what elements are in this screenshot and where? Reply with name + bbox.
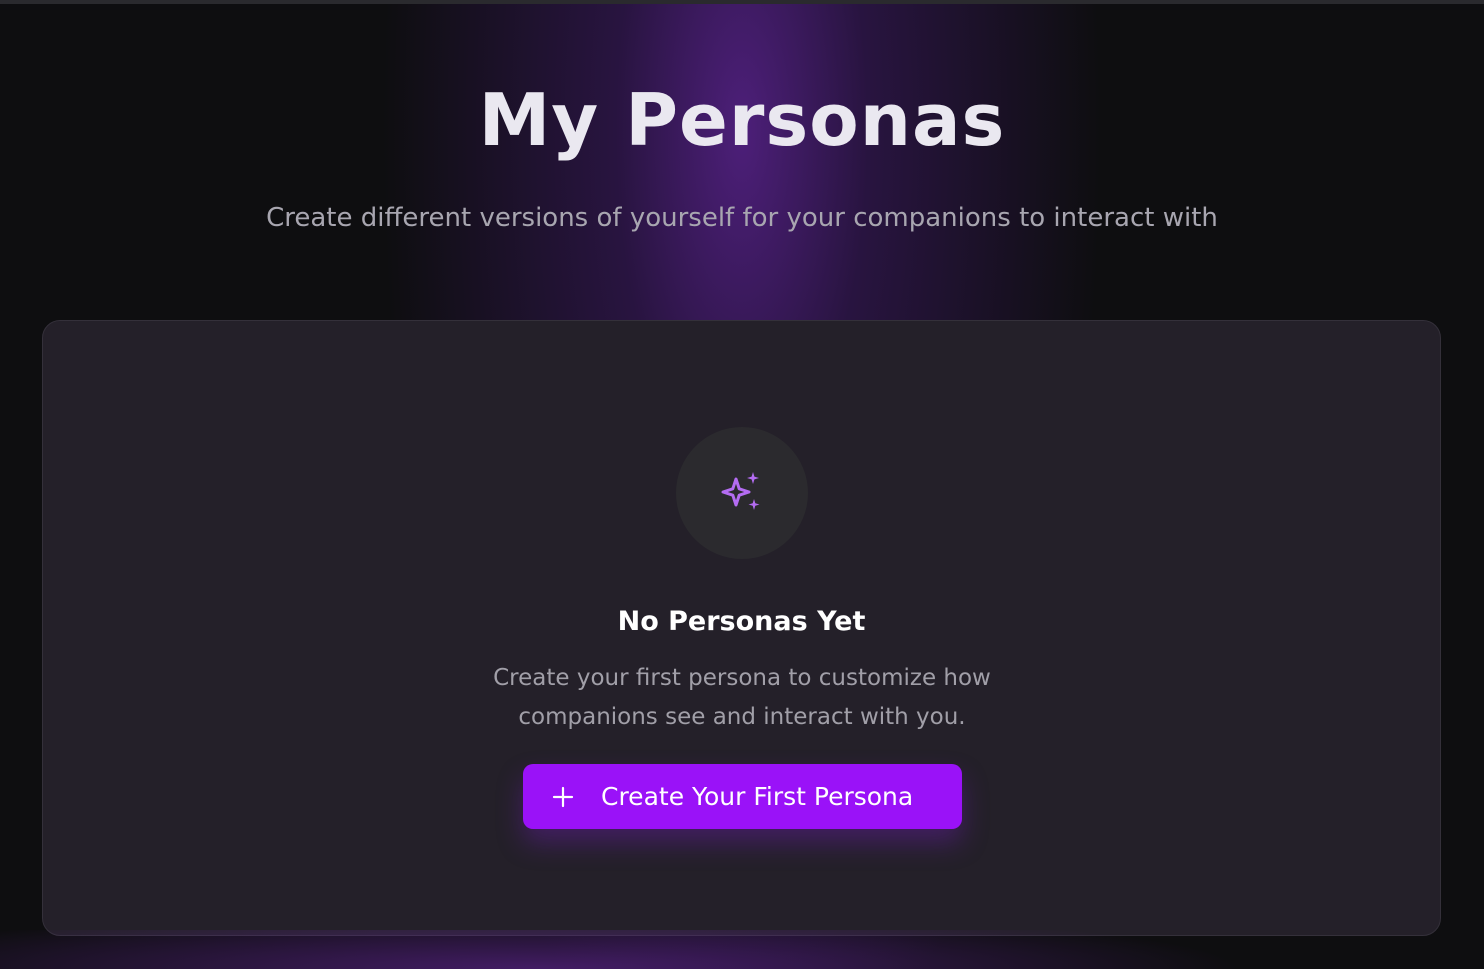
sparkles-icon [721, 472, 760, 510]
empty-state-description: Create your first persona to customize h… [493, 665, 991, 730]
empty-state-card: No Personas Yet Create your first person… [42, 320, 1441, 936]
empty-state-title: No Personas Yet [617, 606, 866, 637]
page-title: My Personas [478, 78, 1006, 162]
plus-icon [552, 786, 574, 807]
create-first-persona-button[interactable]: Create Your First Persona [523, 764, 962, 829]
bottom-glow [0, 930, 1484, 969]
create-button-label: Create Your First Persona [601, 781, 914, 811]
empty-state-icon-circle [676, 427, 808, 559]
top-divider [0, 0, 1484, 4]
page-subtitle: Create different versions of yourself fo… [266, 203, 1218, 233]
personas-page: My Personas Create different versions of… [0, 0, 1484, 969]
